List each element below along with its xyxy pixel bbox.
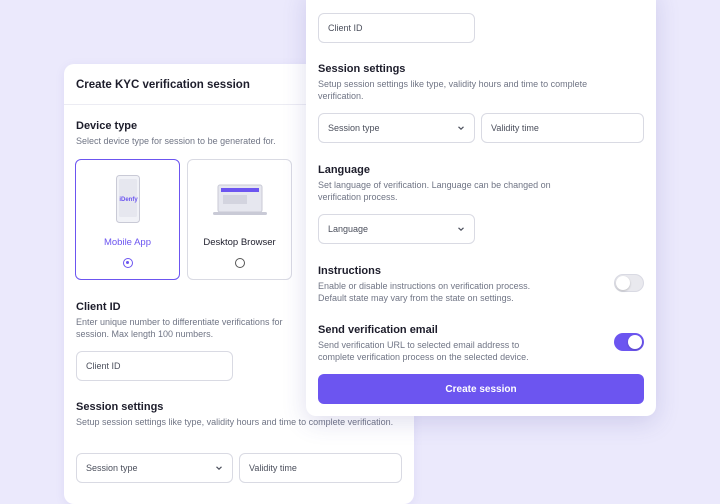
session-settings-desc: Setup session settings like type, validi… — [76, 417, 394, 427]
validity-time-input[interactable]: Validity time — [239, 453, 402, 483]
send-email-toggle[interactable] — [614, 333, 644, 351]
kyc-session-panel-front: Client ID Session settings Setup session… — [306, 0, 656, 416]
chevron-down-icon — [458, 126, 464, 131]
session-settings-title: Session settings — [318, 63, 406, 75]
language-select[interactable]: Language — [318, 214, 475, 244]
panel-title: Create KYC verification session — [76, 79, 250, 91]
toggle-knob — [628, 335, 642, 349]
laptop-icon — [212, 184, 268, 216]
brand-logo: iDenfy — [119, 197, 138, 203]
device-option-label: Desktop Browser — [203, 237, 276, 248]
client-id-desc: Enter unique number to differentiate ver… — [76, 317, 283, 339]
create-session-button[interactable]: Create session — [318, 374, 644, 404]
session-type-select[interactable]: Session type — [76, 453, 233, 483]
session-type-select[interactable]: Session type — [318, 113, 475, 143]
radio-unselected-icon[interactable] — [235, 258, 245, 268]
send-email-title: Send verification email — [318, 324, 438, 336]
language-title: Language — [318, 164, 370, 176]
select-value: Language — [328, 224, 369, 234]
select-value: Session type — [86, 463, 138, 473]
language-desc: Set language of verification. Language c… — [318, 180, 551, 202]
instructions-title: Instructions — [318, 265, 381, 277]
validity-time-input[interactable]: Validity time — [481, 113, 644, 143]
device-type-title: Device type — [76, 120, 138, 132]
client-id-input[interactable]: Client ID — [76, 351, 233, 381]
device-option-label: Mobile App — [103, 237, 151, 248]
toggle-knob — [616, 276, 630, 290]
client-id-input[interactable]: Client ID — [318, 13, 475, 43]
chevron-down-icon — [458, 227, 464, 232]
session-settings-title: Session settings — [76, 401, 164, 413]
session-settings-desc: Setup session settings like type, validi… — [318, 79, 588, 101]
device-option-mobile-app[interactable]: iDenfy Mobile App — [75, 159, 180, 280]
instructions-desc: Enable or disable instructions on verifi… — [318, 281, 531, 303]
chevron-down-icon — [216, 466, 222, 471]
select-value: Session type — [328, 123, 380, 133]
device-option-desktop-browser[interactable]: Desktop Browser — [187, 159, 292, 280]
client-id-title: Client ID — [76, 301, 121, 313]
radio-selected-icon[interactable] — [123, 258, 133, 268]
instructions-toggle[interactable] — [614, 274, 644, 292]
send-email-desc: Send verification URL to selected email … — [318, 340, 529, 362]
